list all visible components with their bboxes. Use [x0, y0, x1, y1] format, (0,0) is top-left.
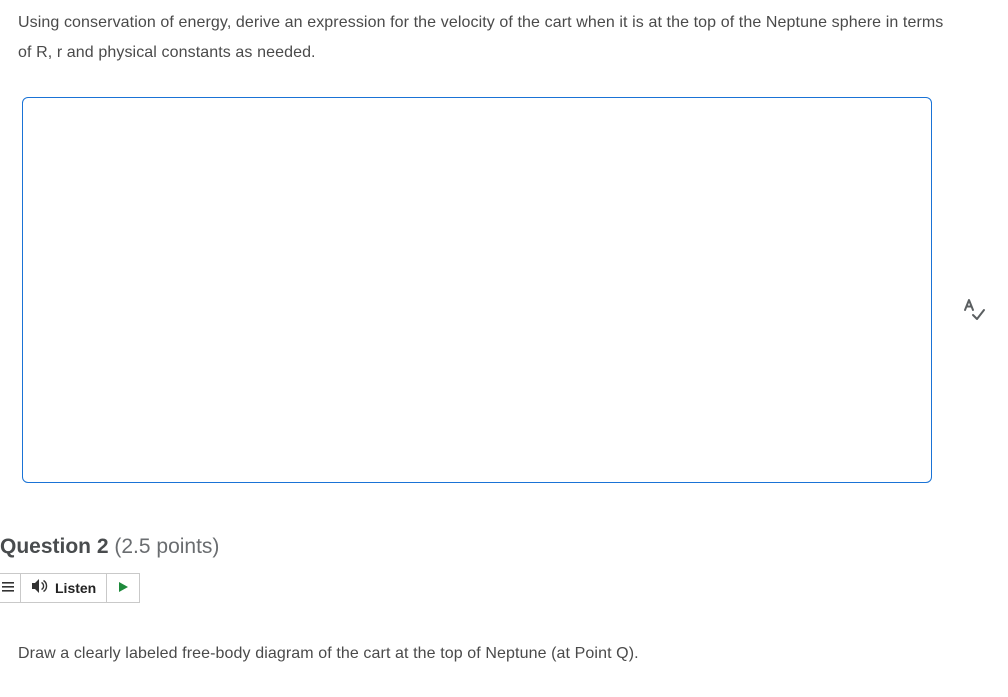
question2-points: (2.5 points): [109, 535, 220, 558]
question2-number: Question 2: [0, 535, 109, 558]
listen-menu-button[interactable]: [0, 573, 20, 603]
question1-prompt: Using conservation of energy, derive an …: [18, 8, 948, 69]
speaker-icon: [31, 578, 55, 597]
listen-toolbar: Listen: [0, 573, 948, 603]
question2-header: Question 2 (2.5 points): [0, 535, 948, 559]
answer-input-box[interactable]: [22, 97, 932, 483]
listen-button[interactable]: Listen: [20, 573, 106, 603]
play-icon: [117, 580, 129, 596]
menu-lines-icon: [2, 580, 16, 596]
question2-prompt: Draw a clearly labeled free-body diagram…: [18, 639, 948, 669]
spellcheck-icon[interactable]: [962, 298, 986, 322]
listen-label: Listen: [55, 580, 96, 596]
play-button[interactable]: [106, 573, 140, 603]
